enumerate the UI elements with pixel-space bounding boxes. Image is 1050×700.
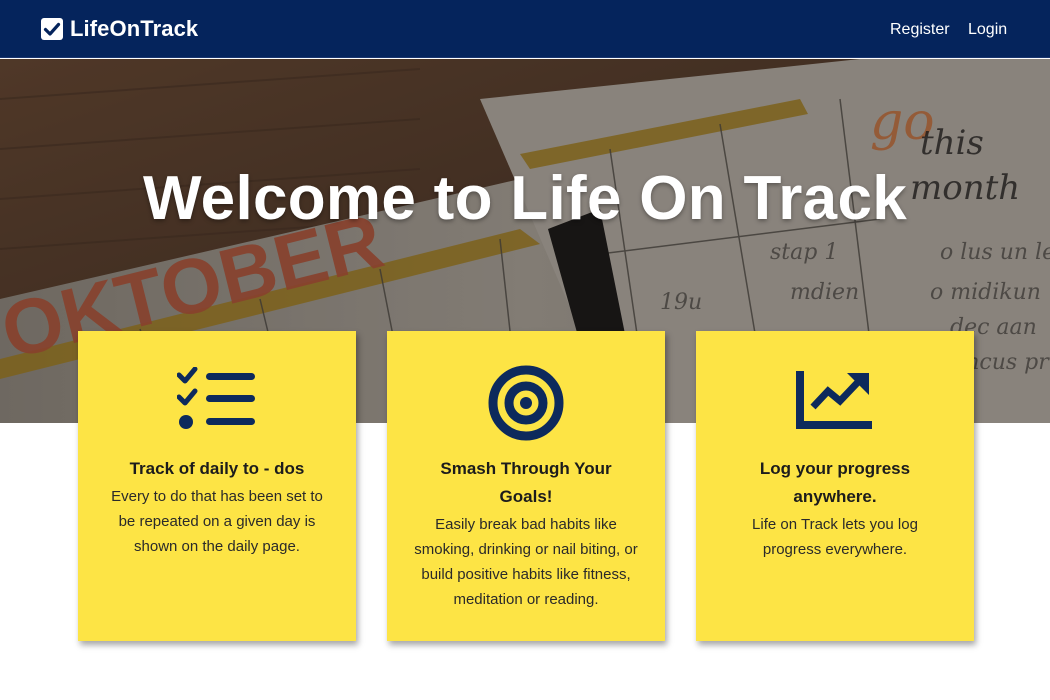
feature-title: Log your progress anywhere. [759,459,911,506]
brand-logo-link[interactable]: LifeOnTrack [41,15,198,43]
login-link[interactable]: Login [968,21,1007,39]
feature-description: Life on Track lets you log progress ever… [752,516,918,558]
checkbox-icon [41,18,63,40]
feature-title: Track of daily to - dos [129,459,305,478]
register-link[interactable]: Register [890,21,950,39]
feature-card-progress: Log your progress anywhere. Life on Trac… [696,331,974,641]
top-navbar: LifeOnTrack Register Login [0,0,1050,58]
feature-card-goals: Smash Through Your Goals! Easily break b… [387,331,665,641]
feature-card-todos: Track of daily to - dos Every to do that… [78,331,356,641]
brand-name: LifeOnTrack [70,16,199,41]
feature-description: Every to do that has been set to be repe… [111,488,323,555]
target-icon [488,365,564,441]
hero-title: Welcome to Life On Track [142,164,908,233]
chart-line-icon [796,371,872,429]
feature-description: Easily break bad habits like smoking, dr… [414,516,638,608]
checklist-icon [177,367,255,429]
feature-title: Smash Through Your Goals! [440,459,612,506]
